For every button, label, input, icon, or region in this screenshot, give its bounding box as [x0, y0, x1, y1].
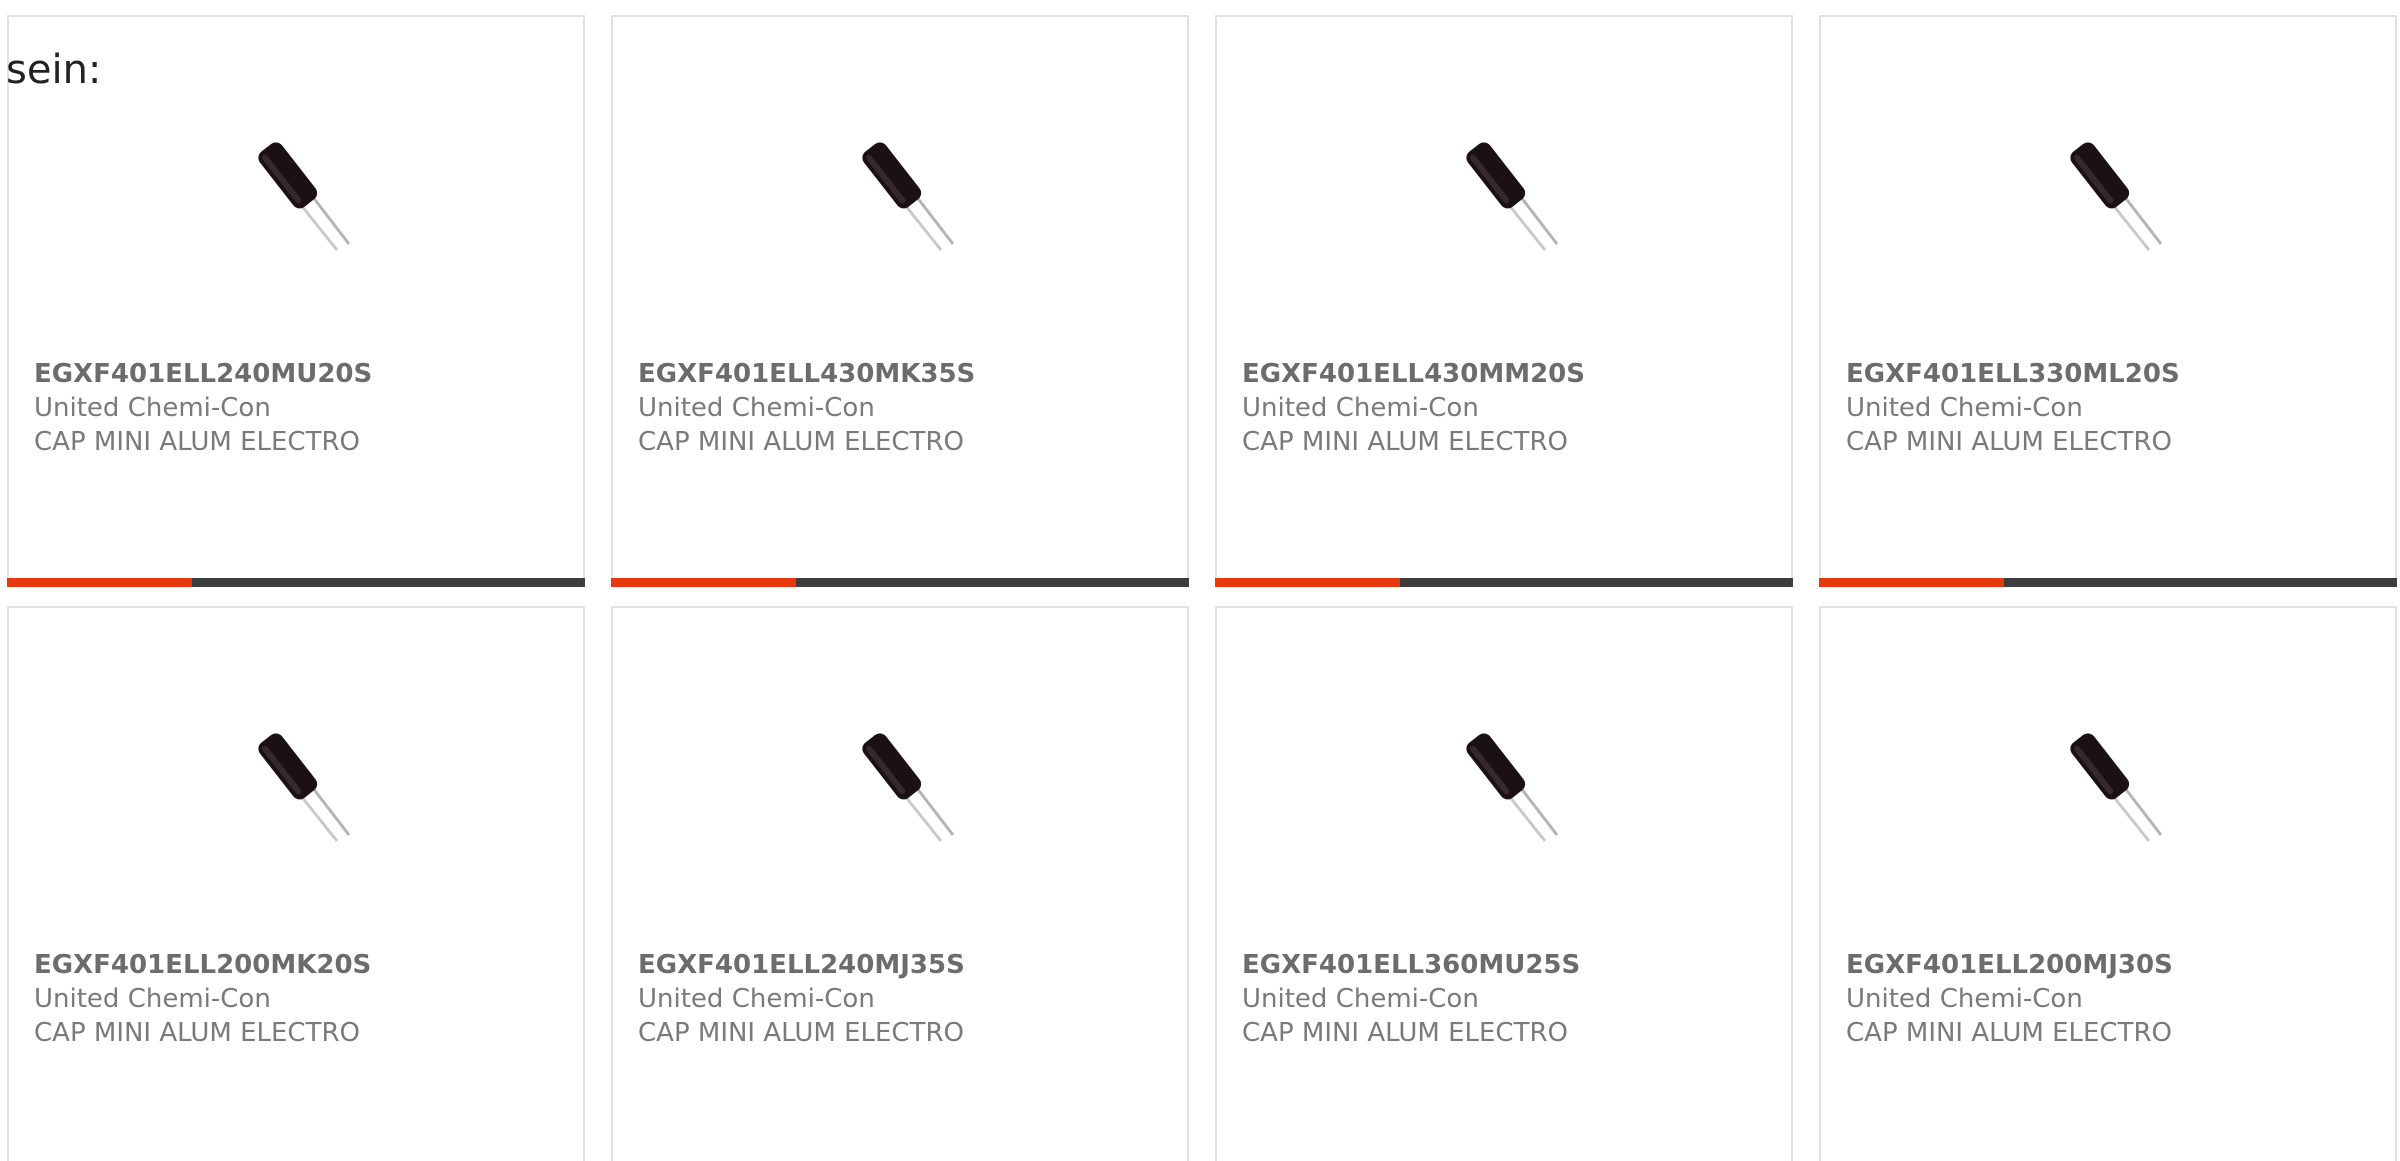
intro-text: sein:: [6, 47, 102, 93]
page: sein: EGXF401ELL240MU20S United Chemi-Co…: [0, 0, 2400, 1161]
part-number[interactable]: EGXF401ELL360MU25S: [1242, 948, 1781, 982]
product-description: CAP MINI ALUM ELECTRO: [1846, 1018, 2172, 1048]
product-card[interactable]: EGXF401ELL240MJ35S United Chemi-Con CAP …: [611, 606, 1189, 1161]
manufacturer: United Chemi-Con: [1846, 984, 2083, 1014]
product-description: CAP MINI ALUM ELECTRO: [34, 427, 360, 457]
product-description: CAP MINI ALUM ELECTRO: [638, 427, 964, 457]
progress-bar: [611, 578, 1189, 587]
electrolytic-capacitor-icon: [2070, 142, 2163, 251]
product-card[interactable]: EGXF401ELL240MU20S United Chemi-Con CAP …: [7, 15, 585, 587]
part-number[interactable]: EGXF401ELL240MU20S: [34, 357, 573, 391]
manufacturer: United Chemi-Con: [1846, 393, 2083, 423]
product-description: CAP MINI ALUM ELECTRO: [1846, 427, 2172, 457]
progress-bar: [7, 578, 585, 587]
manufacturer: United Chemi-Con: [1242, 393, 1479, 423]
product-info: EGXF401ELL240MU20S United Chemi-Con CAP …: [34, 357, 573, 459]
product-card[interactable]: EGXF401ELL430MM20S United Chemi-Con CAP …: [1215, 15, 1793, 587]
progress-bar: [1819, 578, 2397, 587]
manufacturer: United Chemi-Con: [1242, 984, 1479, 1014]
product-description: CAP MINI ALUM ELECTRO: [1242, 1018, 1568, 1048]
part-number[interactable]: EGXF401ELL200MK20S: [34, 948, 573, 982]
product-description: CAP MINI ALUM ELECTRO: [34, 1018, 360, 1048]
manufacturer: United Chemi-Con: [638, 393, 875, 423]
electrolytic-capacitor-icon: [258, 733, 351, 842]
progress-bar: [1215, 578, 1793, 587]
progress-fill: [1215, 578, 1400, 587]
part-number[interactable]: EGXF401ELL430MM20S: [1242, 357, 1781, 391]
product-card[interactable]: EGXF401ELL200MK20S United Chemi-Con CAP …: [7, 606, 585, 1161]
product-card[interactable]: EGXF401ELL430MK35S United Chemi-Con CAP …: [611, 15, 1189, 587]
manufacturer: United Chemi-Con: [34, 984, 271, 1014]
product-info: EGXF401ELL360MU25S United Chemi-Con CAP …: [1242, 948, 1781, 1050]
product-info: EGXF401ELL240MJ35S United Chemi-Con CAP …: [638, 948, 1177, 1050]
product-card[interactable]: EGXF401ELL330ML20S United Chemi-Con CAP …: [1819, 15, 2397, 587]
part-number[interactable]: EGXF401ELL200MJ30S: [1846, 948, 2385, 982]
product-info: EGXF401ELL200MJ30S United Chemi-Con CAP …: [1846, 948, 2385, 1050]
manufacturer: United Chemi-Con: [638, 984, 875, 1014]
electrolytic-capacitor-icon: [2070, 733, 2163, 842]
product-description: CAP MINI ALUM ELECTRO: [638, 1018, 964, 1048]
part-number[interactable]: EGXF401ELL430MK35S: [638, 357, 1177, 391]
progress-fill: [611, 578, 796, 587]
product-info: EGXF401ELL430MM20S United Chemi-Con CAP …: [1242, 357, 1781, 459]
part-number[interactable]: EGXF401ELL330ML20S: [1846, 357, 2385, 391]
product-description: CAP MINI ALUM ELECTRO: [1242, 427, 1568, 457]
progress-fill: [1819, 578, 2004, 587]
product-info: EGXF401ELL330ML20S United Chemi-Con CAP …: [1846, 357, 2385, 459]
product-info: EGXF401ELL430MK35S United Chemi-Con CAP …: [638, 357, 1177, 459]
product-card[interactable]: EGXF401ELL200MJ30S United Chemi-Con CAP …: [1819, 606, 2397, 1161]
manufacturer: United Chemi-Con: [34, 393, 271, 423]
electrolytic-capacitor-icon: [1466, 733, 1559, 842]
product-info: EGXF401ELL200MK20S United Chemi-Con CAP …: [34, 948, 573, 1050]
electrolytic-capacitor-icon: [862, 733, 955, 842]
product-card[interactable]: EGXF401ELL360MU25S United Chemi-Con CAP …: [1215, 606, 1793, 1161]
electrolytic-capacitor-icon: [1466, 142, 1559, 251]
electrolytic-capacitor-icon: [258, 142, 351, 251]
progress-fill: [7, 578, 192, 587]
electrolytic-capacitor-icon: [862, 142, 955, 251]
part-number[interactable]: EGXF401ELL240MJ35S: [638, 948, 1177, 982]
